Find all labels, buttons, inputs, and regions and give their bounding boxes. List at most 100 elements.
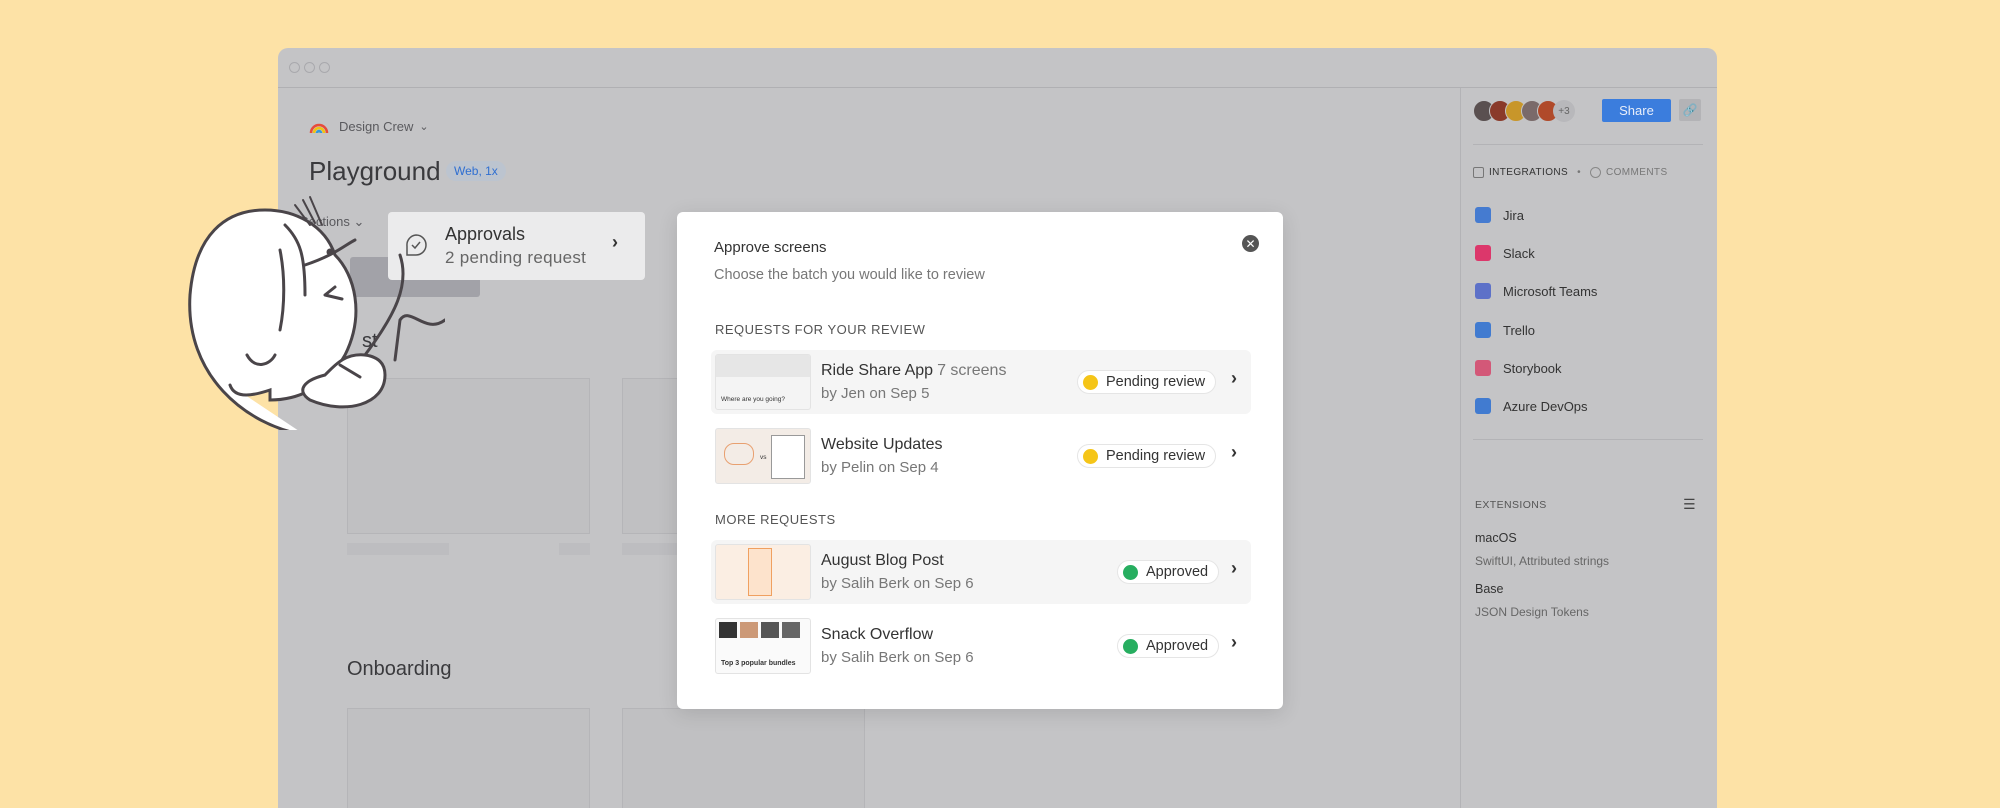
divider [1473, 439, 1703, 440]
request-title: Snack Overflow [821, 626, 934, 643]
approve-screens-dialog: Approve screens Choose the batch you wou… [677, 212, 1283, 709]
request-byline: by Jen on Sep 5 [821, 385, 930, 402]
section-header-more: MORE REQUESTS [715, 512, 836, 527]
request-title: August Blog Post [821, 552, 944, 569]
tab-separator: • [1577, 167, 1581, 178]
extensions-title: EXTENSIONS [1475, 499, 1547, 511]
dialog-title: Approve screens [714, 239, 827, 256]
request-title: Website Updates [821, 436, 943, 453]
request-row[interactable]: Top 3 popular bundles Snack Overflow by … [711, 614, 1251, 678]
extension-name: macOS [1475, 531, 1517, 545]
workspace-switcher[interactable]: Design Crew ⌄ [309, 118, 429, 134]
skeleton-bar [559, 543, 590, 555]
approvals-title: Approvals [445, 224, 526, 244]
chevron-right-icon[interactable]: › [1231, 558, 1237, 579]
status-label: Pending review [1106, 374, 1206, 390]
integrations-icon [1473, 167, 1484, 178]
section-title-onboarding: Onboarding [347, 658, 452, 680]
sidebar-item-storybook[interactable]: Storybook [1475, 360, 1562, 376]
sidebar-tabs: INTEGRATIONS • COMMENTS [1473, 167, 1668, 178]
status-label: Approved [1146, 564, 1209, 580]
status-badge: Approved [1117, 560, 1220, 584]
tab-integrations[interactable]: INTEGRATIONS [1489, 167, 1568, 178]
close-icon[interactable]: ✕ [1242, 235, 1259, 252]
chevron-right-icon: › [612, 232, 618, 252]
request-row[interactable]: Where are you going? Ride Share App 7 scr… [711, 350, 1251, 414]
request-thumbnail: Where are you going? [715, 354, 811, 410]
title-bar [278, 48, 1717, 88]
close-window-button[interactable] [289, 62, 300, 73]
thumbnail-caption: Top 3 popular bundles [721, 660, 796, 667]
chevron-right-icon[interactable]: › [1231, 632, 1237, 653]
request-title-line: August Blog Post [821, 552, 944, 570]
chevron-right-icon[interactable]: › [1231, 442, 1237, 463]
settings-sliders-icon[interactable]: ☰ [1683, 496, 1696, 513]
avatar-group[interactable]: +3 [1473, 100, 1575, 122]
status-dot-icon [1123, 564, 1138, 580]
tab-comments[interactable]: COMMENTS [1606, 167, 1668, 178]
request-byline: by Pelin on Sep 4 [821, 459, 939, 476]
share-button[interactable]: Share [1602, 99, 1671, 122]
storybook-icon [1475, 360, 1491, 376]
status-badge: Pending review [1077, 444, 1217, 468]
request-title-line: Website Updates [821, 436, 943, 454]
thumbnail-caption: vs [760, 454, 767, 461]
divider [1473, 144, 1703, 145]
request-row[interactable]: vs Website Updates by Pelin on Sep 4 Pen… [711, 424, 1251, 488]
request-thumbnail [715, 544, 811, 600]
skeleton-bar [347, 543, 449, 555]
sidebar-item-azure-devops[interactable]: Azure DevOps [1475, 398, 1588, 414]
request-thumbnail: vs [715, 428, 811, 484]
section-header-review: REQUESTS FOR YOUR REVIEW [715, 322, 926, 337]
minimize-window-button[interactable] [304, 62, 315, 73]
chevron-down-icon: ⌄ [419, 120, 429, 133]
extension-detail: SwiftUI, Attributed strings [1475, 554, 1610, 568]
integration-label: Slack [1503, 245, 1535, 261]
sidebar-item-microsoft-teams[interactable]: Microsoft Teams [1475, 283, 1597, 299]
rainbow-icon [309, 123, 329, 134]
chevron-right-icon[interactable]: › [1231, 368, 1237, 389]
right-sidebar: +3 Share 🔗 INTEGRATIONS • COMMENTS Jira S… [1460, 88, 1717, 808]
teams-icon [1475, 283, 1491, 299]
thumbnail-caption: Where are you going? [721, 396, 785, 403]
screen-placeholder[interactable] [347, 708, 590, 808]
sidebar-item-slack[interactable]: Slack [1475, 245, 1535, 261]
sidebar-item-trello[interactable]: Trello [1475, 322, 1535, 338]
extension-detail: JSON Design Tokens [1475, 605, 1589, 619]
page-title: Playground [309, 156, 441, 186]
status-badge: Approved [1117, 634, 1220, 658]
skeleton-bar [622, 543, 682, 555]
request-byline: by Salih Berk on Sep 6 [821, 649, 974, 666]
jira-icon [1475, 207, 1491, 223]
screen-count: 7 screens [937, 362, 1007, 379]
status-dot-icon [1083, 448, 1098, 464]
extra-avatars-count: +3 [1553, 100, 1575, 122]
extension-name: Base [1475, 582, 1504, 596]
sidebar-item-jira[interactable]: Jira [1475, 207, 1524, 223]
status-dot-icon [1123, 638, 1138, 654]
copy-link-button[interactable]: 🔗 [1679, 99, 1701, 121]
platform-badge[interactable]: Web, 1x [446, 161, 506, 181]
request-title-line: Ride Share App 7 screens [821, 362, 1006, 380]
comments-icon [1589, 167, 1601, 178]
request-title: Ride Share App [821, 362, 934, 379]
integration-label: Azure DevOps [1503, 398, 1588, 414]
request-row[interactable]: August Blog Post by Salih Berk on Sep 6 … [711, 540, 1251, 604]
request-byline: by Salih Berk on Sep 6 [821, 575, 974, 592]
integration-label: Storybook [1503, 360, 1562, 376]
screen-placeholder[interactable] [622, 708, 865, 808]
approvals-subtitle: 2 pending request [445, 248, 587, 267]
request-title-line: Snack Overflow [821, 626, 933, 644]
maximize-window-button[interactable] [319, 62, 330, 73]
status-badge: Pending review [1077, 370, 1217, 394]
request-thumbnail: Top 3 popular bundles [715, 618, 811, 674]
integration-label: Microsoft Teams [1503, 283, 1598, 299]
workspace-name: Design Crew [339, 118, 414, 134]
slack-icon [1475, 245, 1491, 261]
link-icon: 🔗 [1682, 103, 1698, 117]
trello-icon [1475, 322, 1491, 338]
status-label: Pending review [1106, 448, 1206, 464]
azure-devops-icon [1475, 398, 1491, 414]
status-dot-icon [1083, 374, 1098, 390]
dialog-subtitle: Choose the batch you would like to revie… [714, 267, 985, 283]
